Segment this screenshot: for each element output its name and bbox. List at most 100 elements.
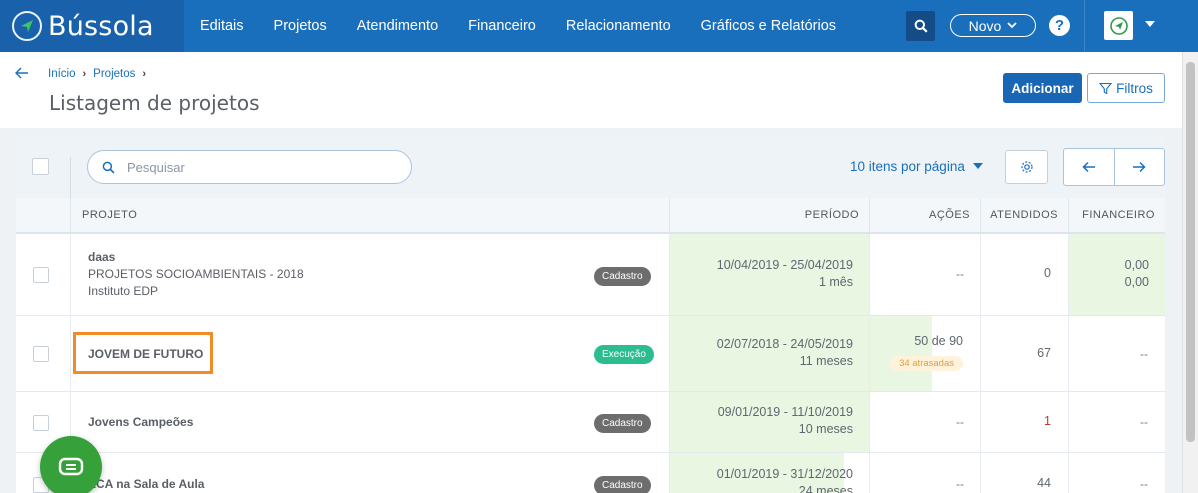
novo-label: Novo [968,17,1002,34]
search-icon [102,161,115,173]
project-cell: ECA na Sala de Aula Cadastro [70,453,669,493]
menu-item-atendimento[interactable]: Atendimento [357,18,438,34]
help-icon[interactable]: ? [1049,15,1070,36]
project-category: PROJETOS SOCIOAMBIENTAIS - 2018 [88,267,304,281]
next-page-button[interactable] [1115,149,1165,185]
novo-dropdown[interactable]: Novo [950,14,1036,37]
col-projeto[interactable]: PROJETO [70,198,669,232]
atendidos-value: 1 [1044,414,1051,428]
menu-item-projetos[interactable]: Projetos [274,18,327,34]
period-duration: 11 meses [799,354,853,368]
select-all-checkbox[interactable] [32,158,49,175]
col-periodo[interactable]: PERÍODO [669,198,869,232]
financeiro-value: -- [1140,415,1148,429]
atendidos-value: 67 [1037,346,1051,360]
project-name[interactable]: Jovens Campeões [88,415,193,429]
financeiro-value: 0,00 [1124,275,1149,289]
arrow-left-icon [1082,161,1095,173]
acoes-cell: -- [869,453,980,493]
financeiro-cell: -- [1068,316,1165,391]
period-range: 09/01/2019 - 11/10/2019 [717,405,853,419]
settings-button[interactable] [1005,150,1048,184]
financeiro-value: -- [1140,347,1148,361]
chat-icon [58,457,84,476]
period-range: 02/07/2018 - 24/05/2019 [716,337,853,351]
highlight-annotation [73,332,213,374]
acoes-value: -- [956,415,964,429]
project-name[interactable]: ECA na Sala de Aula [88,477,204,491]
period-cell: 02/07/2018 - 24/05/2019 11 meses [669,316,869,391]
breadcrumb-projetos[interactable]: Projetos [93,68,135,80]
acoes-progress-fill [870,316,932,391]
acoes-value: -- [956,267,964,281]
page-title: Listagem de projetos [49,91,260,115]
filter-icon [1099,82,1113,94]
table-row[interactable]: daas PROJETOS SOCIOAMBIENTAIS - 2018 Ins… [16,234,1165,316]
chat-button[interactable] [40,436,102,493]
search-field[interactable] [87,150,412,184]
financeiro-cell: -- [1068,392,1165,452]
project-name[interactable]: daas [88,250,304,264]
period-range: 10/04/2019 - 25/04/2019 [716,258,853,272]
caret-down-icon [972,163,983,169]
back-arrow-icon[interactable] [14,66,30,80]
row-checkbox[interactable] [33,346,49,362]
period-cell: 01/01/2019 - 31/12/2020 24 meses [669,453,869,493]
status-badge: Cadastro [594,267,651,286]
row-checkbox[interactable] [33,267,49,283]
compass-avatar-icon [1109,16,1128,35]
period-cell: 10/04/2019 - 25/04/2019 1 mês [669,234,869,315]
arrow-right-icon [1133,161,1146,173]
financeiro-cell: 0,00 0,00 [1068,234,1165,315]
late-badge: 34 atrasadas [890,356,963,371]
main-menu: Editais Projetos Atendimento Financeiro … [200,0,866,52]
menu-item-graficos[interactable]: Gráficos e Relatórios [701,18,836,34]
breadcrumb-home[interactable]: Início [48,68,76,80]
breadcrumb-separator: › [142,68,147,80]
financeiro-value: -- [1140,477,1148,491]
brand[interactable]: Bússola [0,0,184,52]
acoes-cell: -- [869,392,980,452]
col-financeiro[interactable]: FINANCEIRO [1068,198,1165,232]
table-row[interactable]: ECA na Sala de Aula Cadastro 01/01/2019 … [16,453,1165,493]
nav-divider [1084,0,1085,52]
col-acoes[interactable]: AÇÕES [869,198,980,232]
filter-button[interactable]: Filtros [1087,73,1165,103]
search-button[interactable] [906,11,935,41]
status-badge: Execução [594,345,654,364]
breadcrumb: Início › Projetos › [48,68,146,80]
compass-logo-icon [12,11,42,41]
period-duration: 24 meses [798,484,853,493]
menu-item-financeiro[interactable]: Financeiro [468,18,536,34]
row-checkbox[interactable] [33,415,49,431]
caret-down-icon[interactable] [1144,20,1156,28]
acoes-cell: -- [869,234,980,315]
scrollbar-thumb[interactable] [1186,62,1195,442]
acoes-value: 50 de 90 [914,334,963,348]
menu-item-editais[interactable]: Editais [200,18,244,34]
period-duration: 10 meses [798,422,853,436]
brand-name: Bússola [48,10,154,42]
projects-table-card: 10 itens por página PROJETO PERÍODO AÇÕE… [16,135,1165,493]
col-atendidos[interactable]: ATENDIDOS [980,198,1068,232]
page-header: Início › Projetos › Listagem de projetos… [0,52,1182,128]
add-button[interactable]: Adicionar [1003,73,1082,103]
breadcrumb-separator: › [82,68,87,80]
menu-item-relacionamento[interactable]: Relacionamento [566,18,671,34]
page-scrollbar[interactable] [1182,52,1198,493]
period-duration: 1 mês [818,275,853,289]
financeiro-cell: -- [1068,453,1165,493]
filter-label: Filtros [1116,80,1153,96]
search-input[interactable] [127,159,377,175]
per-page-select[interactable]: 10 itens por página [850,159,983,174]
acoes-value: -- [956,477,964,491]
per-page-label: 10 itens por página [850,159,965,174]
table-row[interactable]: Jovens Campeões Cadastro 09/01/2019 - 11… [16,392,1165,453]
search-icon [914,19,928,33]
acoes-cell: 50 de 90 34 atrasadas [869,316,980,391]
prev-page-button[interactable] [1064,149,1115,185]
user-avatar[interactable] [1104,11,1133,40]
pagination [1063,148,1165,186]
table-toolbar: 10 itens por página [16,135,1165,198]
project-cell: daas PROJETOS SOCIOAMBIENTAIS - 2018 Ins… [70,234,669,315]
